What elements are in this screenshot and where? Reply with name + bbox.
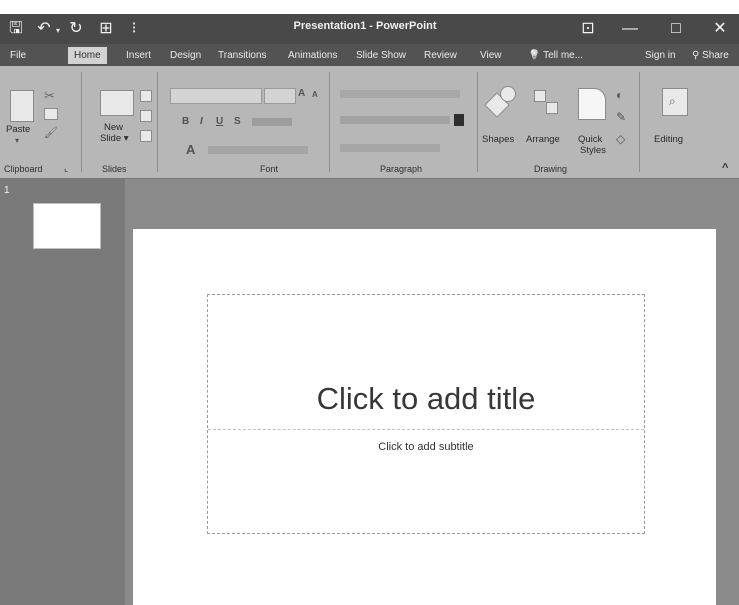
ribbon-tabs: File Home Insert Design Transitions Anim… bbox=[0, 44, 739, 66]
tab-insert[interactable]: Insert bbox=[126, 47, 151, 64]
cut-icon[interactable]: ✂ bbox=[44, 88, 55, 104]
slide-editor: Click to add title Click to add subtitle bbox=[125, 179, 739, 605]
quick-styles-label-2[interactable]: Styles bbox=[580, 145, 606, 156]
shape-fill-icon[interactable]: ◐ bbox=[616, 88, 623, 102]
editing-button[interactable]: Editing bbox=[654, 134, 683, 145]
clipboard-group: Paste ▾ ✂ 🖌 Clipboard ⌞ bbox=[0, 66, 80, 178]
strikethrough-spacing-buttons[interactable] bbox=[252, 118, 292, 126]
clipboard-group-label: Clipboard bbox=[4, 164, 43, 174]
drawing-group: Shapes Arrange Quick Styles ◐ ✎ ◇ Drawin… bbox=[478, 66, 638, 178]
paste-button[interactable]: Paste bbox=[6, 124, 30, 135]
slides-group-label: Slides bbox=[102, 164, 127, 174]
shapes-button[interactable]: Shapes bbox=[482, 134, 514, 145]
format-painter-icon[interactable]: 🖌 bbox=[44, 126, 58, 139]
quick-styles-label[interactable]: Quick bbox=[578, 134, 602, 145]
font-extra-buttons[interactable] bbox=[208, 146, 308, 154]
customize-toolbar-icon[interactable]: ⁝ bbox=[124, 19, 144, 39]
paste-dropdown-icon[interactable]: ▾ bbox=[15, 136, 19, 145]
quick-styles-icon[interactable] bbox=[578, 88, 606, 120]
close-button[interactable]: ✕ bbox=[708, 18, 732, 40]
tab-file[interactable]: File bbox=[10, 47, 26, 64]
powerpoint-window: 🖫 ↶ ▾ ↻ ⊞ ⁝ Presentation1 - PowerPoint ⊡… bbox=[0, 14, 739, 605]
font-group: A A B I U S A Font bbox=[158, 66, 328, 178]
tab-transitions[interactable]: Transitions bbox=[218, 47, 267, 64]
save-icon[interactable]: 🖫 bbox=[6, 19, 26, 39]
sign-in-link[interactable]: Sign in bbox=[645, 47, 676, 64]
text-direction-icon[interactable] bbox=[454, 114, 464, 126]
ribbon-home: Paste ▾ ✂ 🖌 Clipboard ⌞ New Slide ▾ Slid… bbox=[0, 66, 739, 179]
slide-canvas[interactable]: Click to add title Click to add subtitle bbox=[133, 229, 716, 605]
title-placeholder-text[interactable]: Click to add title bbox=[208, 381, 644, 417]
start-from-beginning-icon[interactable]: ⊞ bbox=[96, 19, 116, 39]
maximize-button[interactable]: □ bbox=[664, 18, 688, 40]
new-slide-dropdown[interactable]: Slide ▾ bbox=[100, 133, 129, 144]
tab-view[interactable]: View bbox=[480, 47, 502, 64]
paste-icon[interactable] bbox=[10, 90, 34, 122]
slide-number: 1 bbox=[4, 185, 10, 196]
clipboard-launcher-icon[interactable]: ⌞ bbox=[64, 163, 68, 174]
share-button[interactable]: ⚲ Share bbox=[692, 47, 729, 64]
arrange-button[interactable]: Arrange bbox=[526, 134, 560, 145]
alignment-buttons[interactable] bbox=[340, 116, 450, 124]
redo-icon[interactable]: ↻ bbox=[66, 19, 86, 39]
subtitle-placeholder[interactable]: Click to add subtitle bbox=[208, 441, 644, 453]
shapes-icon[interactable] bbox=[484, 86, 516, 118]
underline-button[interactable]: U bbox=[216, 116, 223, 127]
minimize-button[interactable]: — bbox=[618, 18, 642, 40]
bold-button[interactable]: B bbox=[182, 116, 189, 127]
tab-slide-show[interactable]: Slide Show bbox=[356, 47, 406, 64]
columns-buttons[interactable] bbox=[340, 144, 440, 152]
slide-thumbnail[interactable] bbox=[33, 203, 101, 249]
person-icon: ⚲ bbox=[692, 50, 700, 61]
lightbulb-icon: 💡 bbox=[528, 50, 541, 61]
collapse-ribbon-button[interactable]: ^ bbox=[722, 162, 728, 174]
shape-effects-icon[interactable]: ◇ bbox=[616, 132, 625, 146]
placeholder-divider bbox=[208, 429, 644, 430]
undo-dropdown-icon[interactable]: ▾ bbox=[56, 26, 60, 35]
share-label: Share bbox=[702, 50, 729, 61]
ribbon-display-options-icon[interactable]: ⊡ bbox=[576, 18, 600, 40]
font-size-box[interactable] bbox=[264, 88, 296, 104]
shape-outline-icon[interactable]: ✎ bbox=[616, 110, 626, 124]
window-title: Presentation1 - PowerPoint bbox=[293, 20, 437, 32]
font-group-label: Font bbox=[260, 164, 279, 174]
new-slide-label[interactable]: New bbox=[104, 122, 123, 133]
reset-icon[interactable] bbox=[140, 110, 152, 122]
font-color-button[interactable]: A bbox=[186, 142, 195, 157]
new-slide-icon[interactable] bbox=[100, 90, 134, 116]
font-name-box[interactable] bbox=[170, 88, 262, 104]
arrange-icon[interactable] bbox=[534, 90, 564, 120]
title-bar: 🖫 ↶ ▾ ↻ ⊞ ⁝ Presentation1 - PowerPoint ⊡… bbox=[0, 14, 739, 44]
tab-animations[interactable]: Animations bbox=[288, 47, 337, 64]
find-icon[interactable]: ⌕ bbox=[662, 88, 688, 116]
layout-icon[interactable] bbox=[140, 90, 152, 102]
paragraph-group-label: Paragraph bbox=[380, 164, 423, 174]
drawing-group-label: Drawing bbox=[534, 164, 568, 174]
tab-home[interactable]: Home bbox=[68, 47, 107, 64]
tell-me-label: Tell me... bbox=[543, 50, 584, 61]
tell-me-search[interactable]: 💡 Tell me... bbox=[528, 47, 583, 64]
italic-button[interactable]: I bbox=[200, 116, 203, 127]
undo-icon[interactable]: ↶ bbox=[34, 19, 54, 39]
copy-icon[interactable] bbox=[44, 108, 58, 120]
slide-thumbnails-pane: 1 bbox=[0, 179, 125, 605]
slides-group: New Slide ▾ Slides bbox=[82, 66, 156, 178]
paragraph-group: Paragraph bbox=[330, 66, 476, 178]
list-buttons[interactable] bbox=[340, 90, 460, 98]
tab-design[interactable]: Design bbox=[170, 47, 201, 64]
title-placeholder[interactable]: Click to add title Click to add subtitle bbox=[207, 294, 645, 534]
shadow-button[interactable]: S bbox=[234, 116, 241, 127]
decrease-font-size-icon[interactable]: A bbox=[312, 90, 318, 99]
editing-group: ⌕ Editing ^ bbox=[640, 66, 739, 178]
tab-review[interactable]: Review bbox=[424, 47, 457, 64]
increase-font-size-icon[interactable]: A bbox=[298, 88, 305, 99]
section-icon[interactable] bbox=[140, 130, 152, 142]
